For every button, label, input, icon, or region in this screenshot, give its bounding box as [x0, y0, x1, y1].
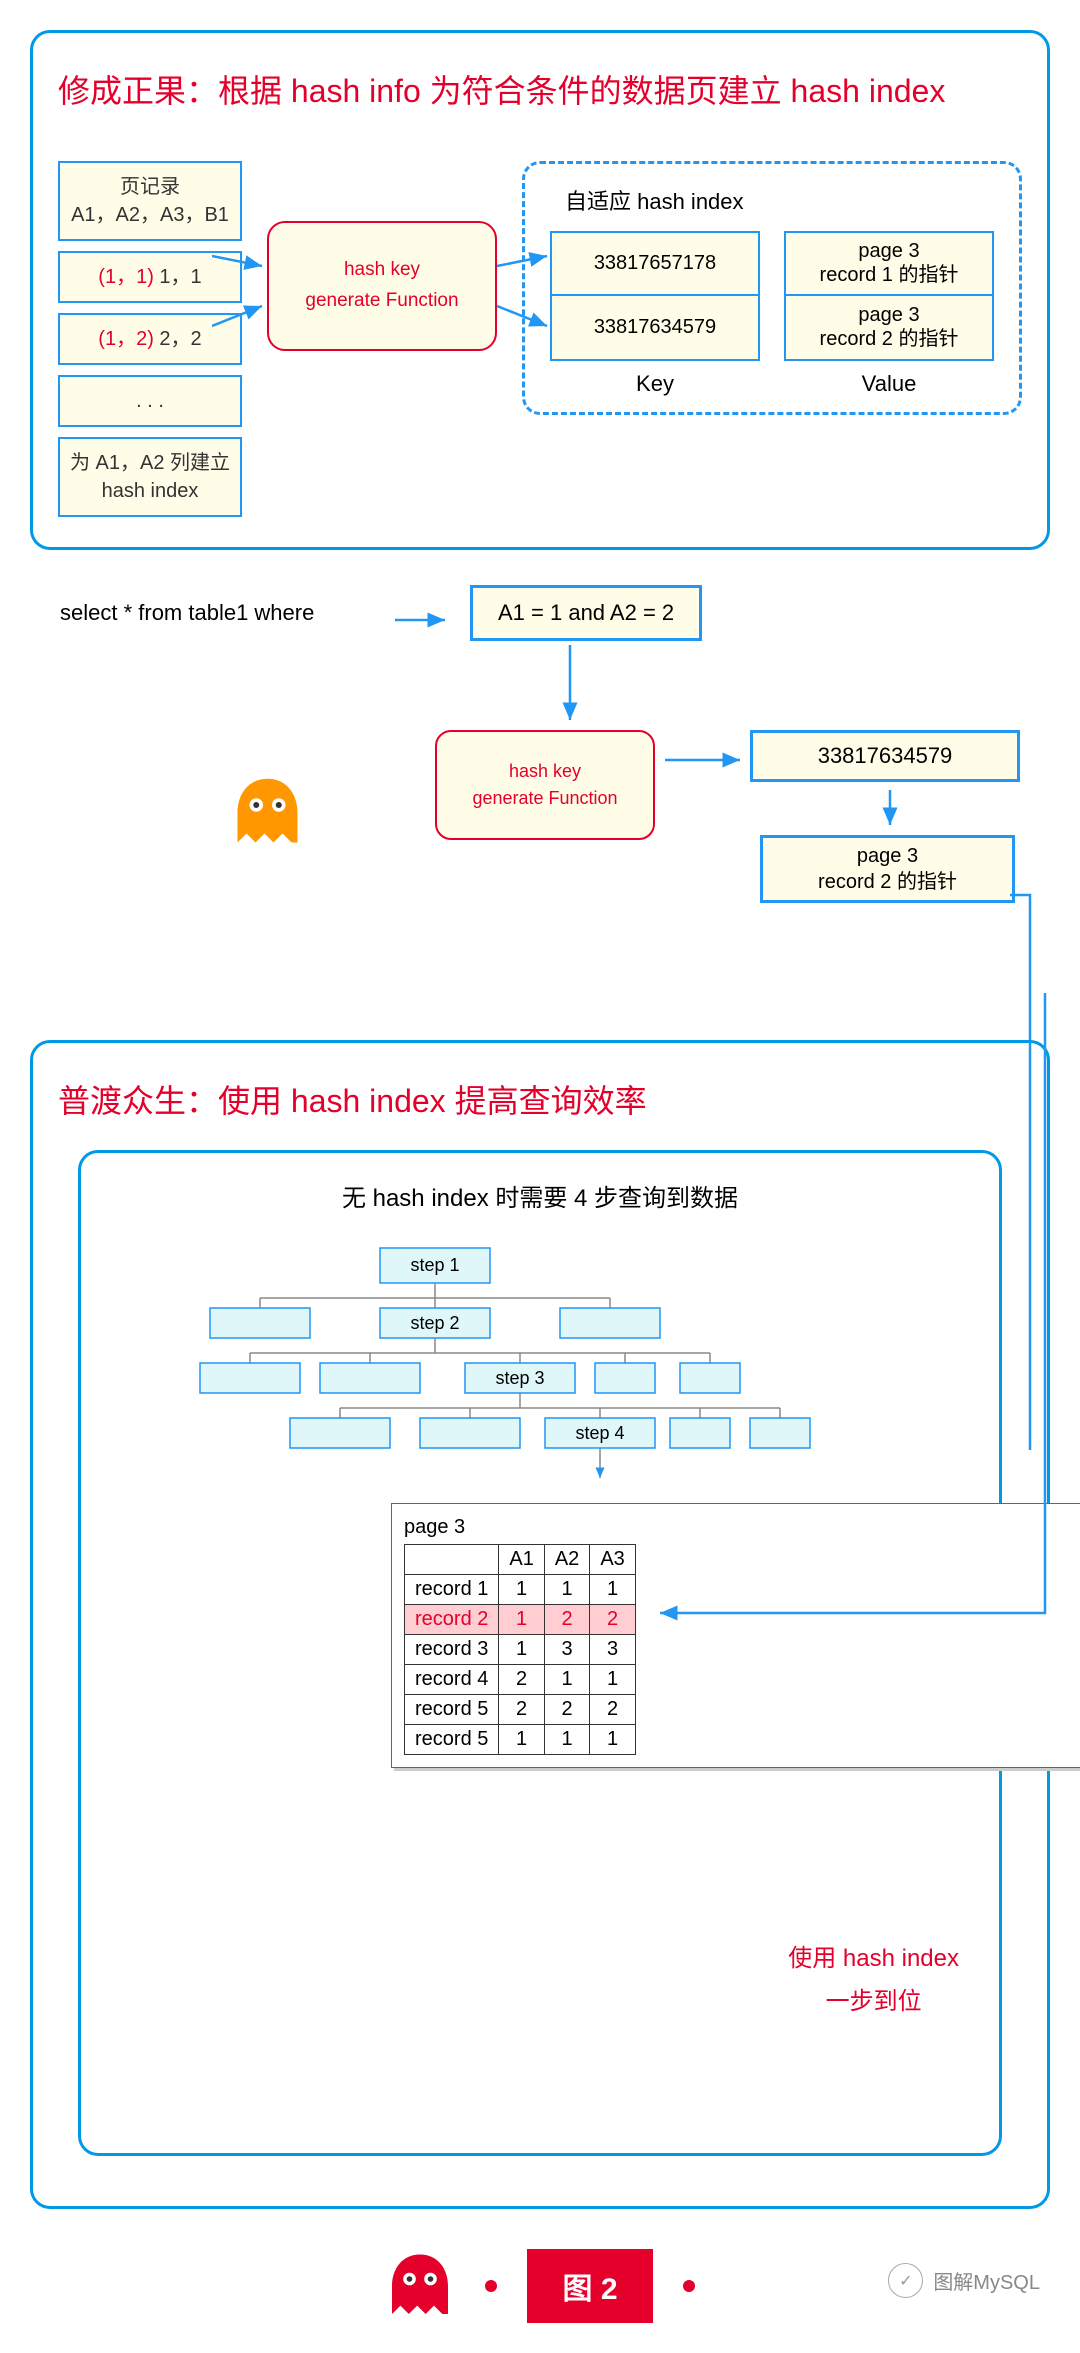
arrows-from-hashfunc [492, 161, 552, 411]
hash-key-function-box: hash key generate Function [267, 221, 497, 351]
panel-build-hash-index: 修成正果：根据 hash info 为符合条件的数据页建立 hash index… [30, 30, 1050, 550]
adaptive-hash-index-box: 自适应 hash index 33817657178 33817634579 K… [522, 161, 1022, 415]
wechat-icon: ✓ [888, 2263, 923, 2298]
table-row: record 5111 [405, 1725, 636, 1755]
panel1-title: 修成正果：根据 hash info 为符合条件的数据页建立 hash index [58, 63, 1022, 121]
arrow-right-icon [390, 605, 460, 635]
record-footer: 为 A1，A2 列建立 hash index [58, 437, 242, 517]
svg-text:step 1: step 1 [410, 1255, 459, 1275]
ghost-icon [230, 775, 305, 850]
routing-arrow [40, 870, 1040, 1000]
arrow-right-icon [660, 745, 750, 775]
page-table-title: page 3 [404, 1516, 1080, 1539]
btree-diagram: step 1 step 2 step 3 step 4 [180, 1238, 900, 1538]
val-cell-1: page 3record 1 的指针 [784, 231, 994, 296]
key-cell-1: 33817657178 [550, 231, 760, 296]
key-cell-2: 33817634579 [550, 296, 760, 361]
hash-index-note: 使用 hash index 一步到位 [788, 1937, 959, 2023]
val-cell-2: page 3record 2 的指针 [784, 296, 994, 361]
key-column: 33817657178 33817634579 Key [550, 231, 760, 397]
arrow-down-icon [555, 640, 585, 730]
hash-key-function-mid: hash key generate Function [435, 730, 655, 840]
tree-title: 无 hash index 时需要 4 步查询到数据 [101, 1178, 979, 1213]
svg-text:step 3: step 3 [495, 1368, 544, 1388]
record-table: A1A2A3 record 1111record 2122record 3133… [404, 1544, 636, 1755]
select-statement: select * from table1 where [60, 600, 314, 626]
table-row: record 4211 [405, 1665, 636, 1695]
svg-text:step 2: step 2 [410, 1313, 459, 1333]
ghost-icon [385, 2251, 455, 2321]
arrows-to-hashfunc [212, 161, 272, 411]
where-condition-box: A1 = 1 and A2 = 2 [470, 585, 702, 641]
arrow-down-icon [875, 785, 905, 835]
value-column: page 3record 1 的指针 page 3record 2 的指针 Va… [784, 231, 994, 397]
table-row: record 1111 [405, 1575, 636, 1605]
dot-icon [683, 2280, 695, 2292]
panel2-title: 普渡众生：使用 hash index 提高查询效率 [58, 1073, 1022, 1131]
figure-number: 图 2 [527, 2249, 652, 2323]
page3-table: page 3 A1A2A3 record 1111record 2122reco… [391, 1503, 1080, 1768]
watermark: ✓ 图解MySQL [888, 2263, 1040, 2298]
dot-icon [485, 2280, 497, 2292]
dashed-box-title: 自适应 hash index [550, 184, 994, 216]
table-row: record 3133 [405, 1635, 636, 1665]
table-row: record 2122 [405, 1605, 636, 1635]
hash-output-box: 33817634579 [750, 730, 1020, 782]
table-row: record 5222 [405, 1695, 636, 1725]
btree-steps-box: 无 hash index 时需要 4 步查询到数据 step 1 step 2 … [78, 1150, 1002, 2156]
panel-use-hash-index: 普渡众生：使用 hash index 提高查询效率 无 hash index 时… [30, 1040, 1050, 2210]
svg-text:step 4: step 4 [575, 1423, 624, 1443]
query-flow-section: select * from table1 where A1 = 1 and A2… [40, 580, 1040, 1000]
